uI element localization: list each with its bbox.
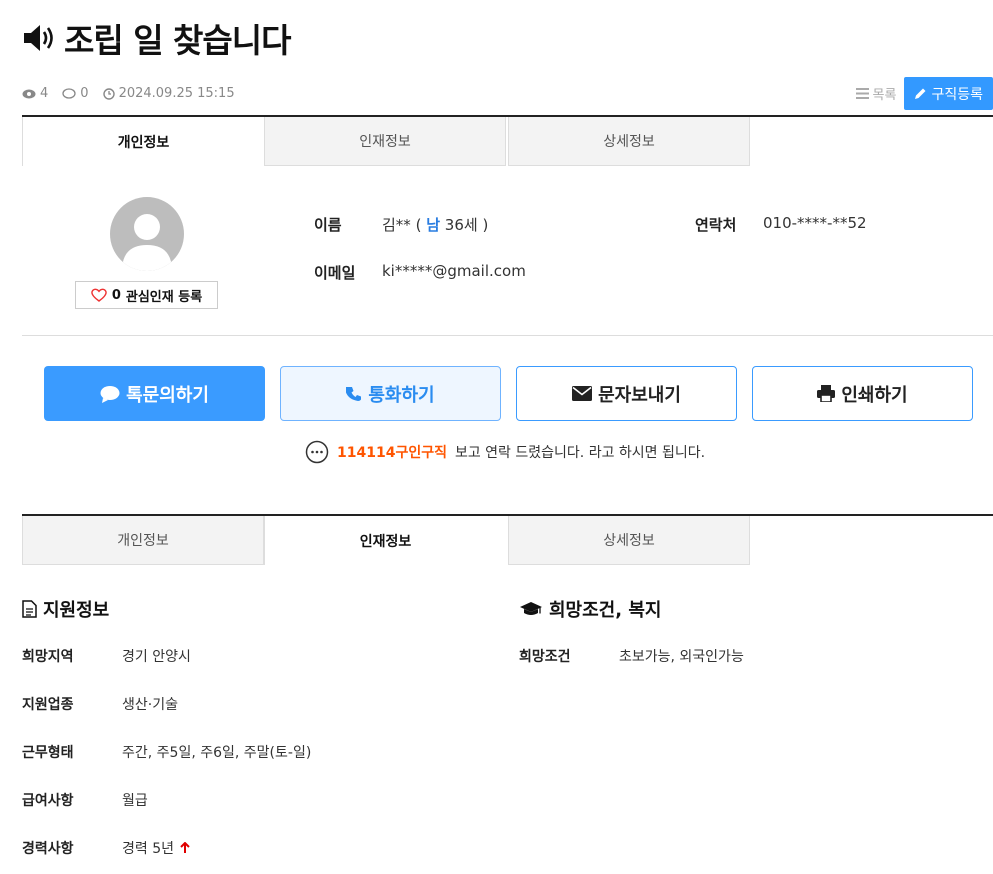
gender-value: 남 (426, 216, 441, 234)
industry-value: 생산·기술 (122, 697, 178, 713)
comment-icon (62, 87, 76, 99)
register-job-button[interactable]: 구직등록 (904, 77, 993, 110)
contact-value: 010-****-**52 (763, 214, 867, 232)
print-button[interactable]: 인쇄하기 (752, 366, 973, 421)
page-title: 조립 일 찾습니다 (64, 21, 291, 60)
user-icon (122, 214, 172, 271)
send-sms-button[interactable]: 문자보내기 (516, 366, 737, 421)
tab-personal[interactable]: 개인정보 (22, 117, 264, 166)
heart-icon (91, 288, 107, 302)
tab-talent-2[interactable]: 인재정보 (264, 516, 506, 565)
talk-inquiry-button[interactable]: 톡문의하기 (44, 366, 265, 421)
contact-label: 연락처 (695, 216, 737, 234)
brand-name: 114114구인구직 (337, 445, 447, 461)
name-label: 이름 (314, 216, 342, 234)
document-icon (22, 600, 37, 618)
views-count: 4 (22, 86, 48, 101)
region-value: 경기 안양시 (122, 649, 191, 665)
envelope-icon (572, 386, 593, 401)
clock-icon (102, 87, 115, 100)
post-actions: 목록 구직등록 (855, 77, 993, 110)
email-value: ki*****@gmail.com (382, 262, 526, 280)
tabs-bottom: 개인정보 인재정보 상세정보 (22, 514, 993, 566)
speaker-icon (24, 25, 53, 51)
speech-dots-icon (305, 440, 329, 464)
arrow-up-icon (180, 842, 190, 853)
phone-icon (346, 386, 362, 401)
favorite-talent-button[interactable]: 0 관심인재 등록 (75, 281, 218, 309)
tab-detail[interactable]: 상세정보 (508, 117, 750, 166)
career-value: 경력 5년 (122, 838, 190, 858)
email-label: 이메일 (314, 264, 356, 282)
work-type-value: 주간, 주5일, 주6일, 주말(토-일) (122, 745, 312, 761)
tab-talent[interactable]: 인재정보 (264, 117, 506, 166)
printer-icon (817, 385, 836, 402)
chat-bubble-icon (100, 385, 120, 403)
region-label: 희망지역 (22, 649, 74, 665)
post-meta: 4 0 2024.09.25 15:15 (22, 86, 235, 101)
avatar (110, 197, 184, 271)
post-title-area: 조립 일 찾습니다 (22, 14, 291, 62)
notice-text: 보고 연락 드렸습니다. 라고 하시면 됩니다. (454, 445, 706, 461)
name-value: 김** ( 남 36세 ) (382, 216, 489, 234)
career-label: 경력사항 (22, 841, 74, 857)
industry-label: 지원업종 (22, 697, 74, 713)
wish-section-title: 희망조건, 복지 (519, 596, 661, 622)
salary-value: 월급 (122, 793, 148, 809)
post-datetime: 2024.09.25 15:15 (102, 86, 235, 101)
pencil-icon (915, 88, 926, 99)
contact-notice: 114114구인구직 보고 연락 드렸습니다. 라고 하시면 됩니다. (305, 440, 705, 464)
salary-label: 급여사항 (22, 793, 74, 809)
profile-divider (22, 335, 993, 336)
eye-icon (22, 89, 36, 98)
wish-condition-label: 희망조건 (519, 649, 571, 665)
list-icon (855, 88, 869, 99)
wish-condition-value: 초보가능, 외국인가능 (619, 649, 744, 665)
tab-detail-2[interactable]: 상세정보 (508, 516, 750, 565)
support-section-title: 지원정보 (22, 596, 109, 622)
call-button[interactable]: 통화하기 (280, 366, 501, 421)
tab-personal-2[interactable]: 개인정보 (22, 516, 264, 565)
list-button[interactable]: 목록 (855, 84, 896, 103)
work-type-label: 근무형태 (22, 745, 74, 761)
graduation-cap-icon (520, 602, 542, 615)
comments-count: 0 (62, 86, 89, 101)
tabs-top: 개인정보 인재정보 상세정보 (22, 115, 993, 167)
